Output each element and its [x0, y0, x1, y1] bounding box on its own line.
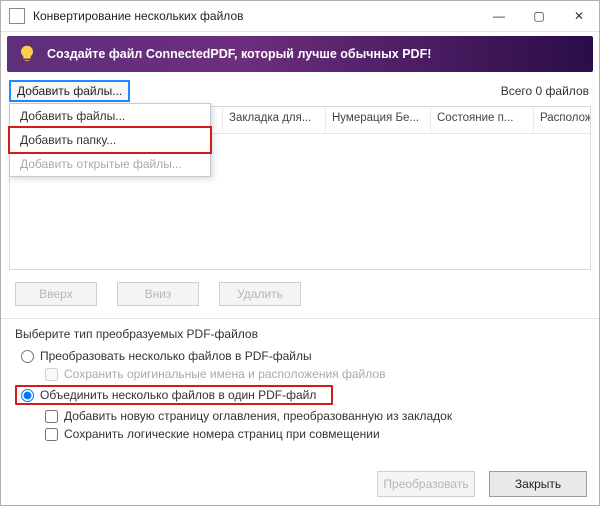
list-buttons-row: Вверх Вниз Удалить	[1, 270, 599, 318]
option-merge-one[interactable]: Объединить несколько файлов в один PDF-ф…	[15, 385, 333, 405]
total-files-label: Всего 0 файлов	[501, 84, 589, 98]
radio-merge-one[interactable]	[21, 389, 34, 402]
option-convert-multiple[interactable]: Преобразовать несколько файлов в PDF-фай…	[15, 347, 585, 365]
radio-convert-multiple[interactable]	[21, 350, 34, 363]
option-add-toc-label: Добавить новую страницу оглавления, прео…	[64, 409, 452, 423]
checkbox-keep-nums[interactable]	[45, 428, 58, 441]
option-keep-nums[interactable]: Сохранить логические номера страниц при …	[15, 425, 585, 443]
option-keep-names: Сохранить оригинальные имена и расположе…	[15, 365, 585, 383]
move-down-button: Вниз	[117, 282, 199, 306]
title-bar: Конвертирование нескольких файлов — ▢ ✕	[1, 1, 599, 32]
add-files-dropdown: Добавить файлы... Добавить папку... Доба…	[9, 103, 211, 177]
banner-text: Создайте файл ConnectedPDF, который лучш…	[47, 47, 431, 61]
footer-buttons: Преобразовать Закрыть	[377, 471, 587, 497]
promo-banner: Создайте файл ConnectedPDF, который лучш…	[7, 36, 593, 72]
close-window-button[interactable]: ✕	[559, 1, 599, 31]
minimize-button[interactable]: —	[479, 1, 519, 31]
delete-button: Удалить	[219, 282, 301, 306]
window-title: Конвертирование нескольких файлов	[33, 9, 479, 23]
option-keep-names-label: Сохранить оригинальные имена и расположе…	[64, 367, 385, 381]
separator	[1, 318, 599, 319]
option-add-toc[interactable]: Добавить новую страницу оглавления, прео…	[15, 407, 585, 425]
maximize-button[interactable]: ▢	[519, 1, 559, 31]
dialog-window: Конвертирование нескольких файлов — ▢ ✕ …	[0, 0, 600, 506]
checkbox-keep-names	[45, 368, 58, 381]
convert-button: Преобразовать	[377, 471, 475, 497]
option-convert-multiple-label: Преобразовать несколько файлов в PDF-фай…	[40, 349, 312, 363]
menu-item-add-folder[interactable]: Добавить папку...	[8, 126, 212, 154]
menu-item-add-files[interactable]: Добавить файлы...	[10, 104, 210, 128]
toolbar: Добавить файлы... Всего 0 файлов	[1, 76, 599, 106]
add-files-button[interactable]: Добавить файлы...	[9, 80, 130, 102]
checkbox-add-toc[interactable]	[45, 410, 58, 423]
app-icon	[9, 8, 25, 24]
move-up-button: Вверх	[15, 282, 97, 306]
col-state[interactable]: Состояние п...	[431, 107, 534, 133]
section-title: Выберите тип преобразуемых PDF-файлов	[15, 327, 585, 341]
window-controls: — ▢ ✕	[479, 1, 599, 31]
menu-item-add-open-files: Добавить открытые файлы...	[10, 152, 210, 176]
option-merge-one-label: Объединить несколько файлов в один PDF-ф…	[40, 388, 316, 402]
conversion-type-section: Выберите тип преобразуемых PDF-файлов Пр…	[1, 327, 599, 443]
close-button[interactable]: Закрыть	[489, 471, 587, 497]
col-numbering[interactable]: Нумерация Бе...	[326, 107, 431, 133]
col-bookmark[interactable]: Закладка для...	[223, 107, 326, 133]
lightbulb-icon	[17, 44, 37, 64]
option-keep-nums-label: Сохранить логические номера страниц при …	[64, 427, 380, 441]
col-location[interactable]: Располож...	[534, 107, 591, 133]
